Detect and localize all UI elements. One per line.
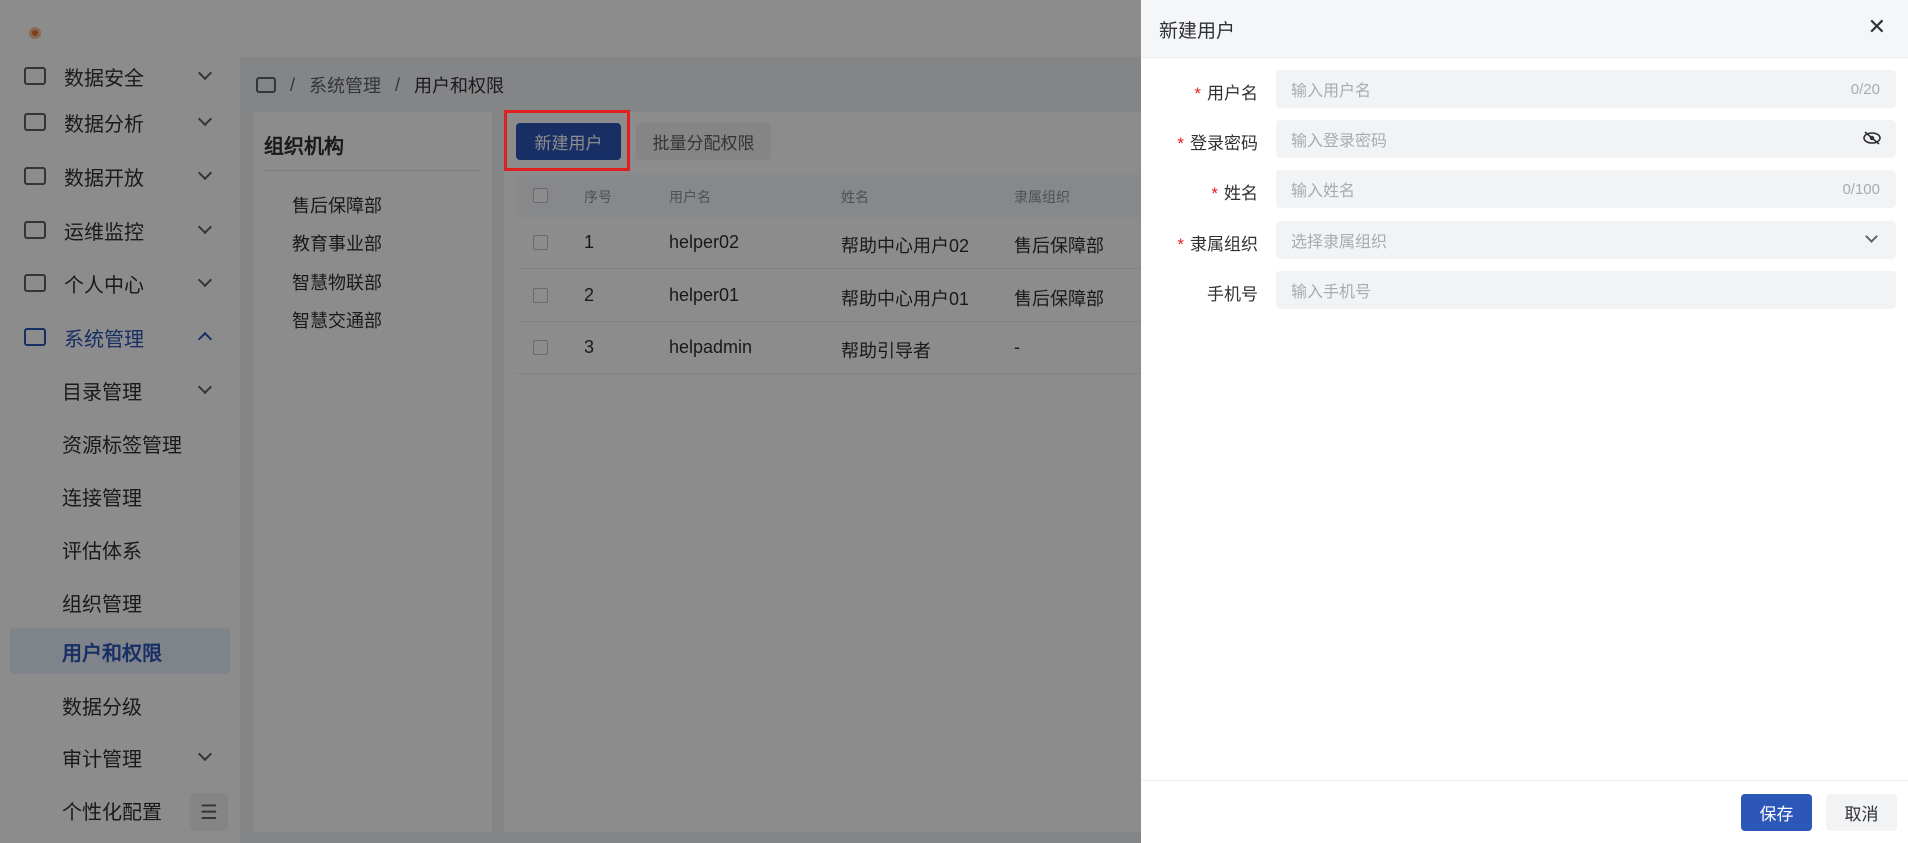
- drawer-title: 新建用户: [1159, 21, 1236, 42]
- phone-label: 手机号: [1207, 285, 1258, 304]
- org-label: * 隶属组织: [1177, 235, 1258, 254]
- org-select[interactable]: 选择隶属组织: [1276, 221, 1896, 259]
- password-label: * 登录密码: [1177, 134, 1258, 153]
- highlight-annotation: [504, 110, 630, 171]
- drawer-footer-divider: [1141, 780, 1908, 781]
- cancel-button[interactable]: 取消: [1826, 794, 1897, 831]
- required-mark: *: [1177, 134, 1184, 153]
- required-mark: *: [1194, 84, 1201, 103]
- password-placeholder: 输入登录密码: [1291, 133, 1388, 150]
- name-input[interactable]: 输入姓名 0/100: [1276, 170, 1896, 208]
- username-placeholder: 输入用户名: [1291, 83, 1372, 100]
- phone-placeholder: 输入手机号: [1291, 284, 1372, 301]
- username-label: * 用户名: [1194, 84, 1258, 103]
- username-input[interactable]: 输入用户名 0/20: [1276, 70, 1896, 108]
- name-label: * 姓名: [1211, 184, 1258, 203]
- name-char-count: 0/100: [1842, 180, 1880, 198]
- username-char-count: 0/20: [1850, 80, 1880, 98]
- drawer-header: 新建用户 ✕: [1141, 0, 1908, 58]
- phone-input[interactable]: 输入手机号: [1276, 271, 1896, 309]
- save-button[interactable]: 保存: [1741, 794, 1812, 831]
- required-mark: *: [1211, 184, 1218, 203]
- chevron-down-icon: [1865, 230, 1878, 243]
- eye-hidden-icon[interactable]: [1863, 131, 1881, 145]
- name-placeholder: 输入姓名: [1291, 183, 1356, 200]
- password-input[interactable]: 输入登录密码: [1276, 120, 1896, 158]
- close-icon[interactable]: ✕: [1868, 14, 1886, 40]
- org-placeholder: 选择隶属组织: [1291, 234, 1388, 251]
- required-mark: *: [1177, 235, 1184, 254]
